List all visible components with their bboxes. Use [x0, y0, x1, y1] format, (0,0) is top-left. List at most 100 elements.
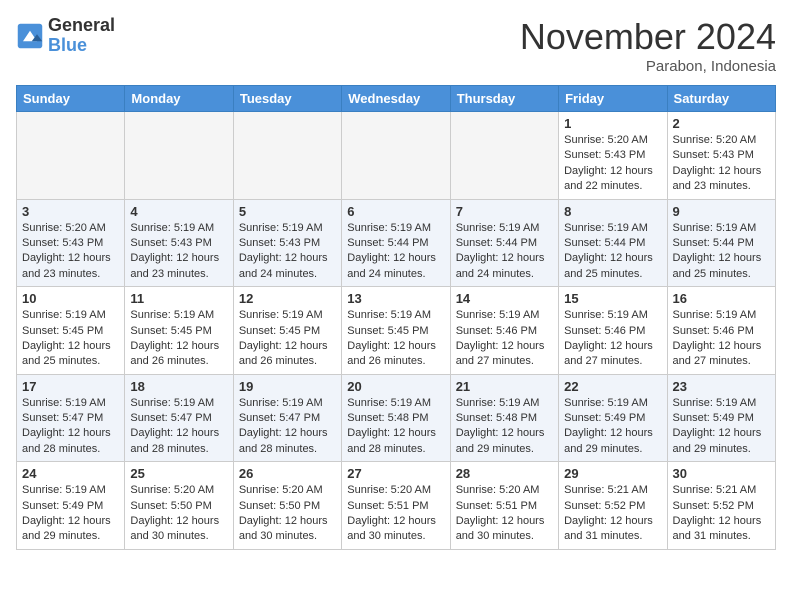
day-cell: 1 Sunrise: 5:20 AMSunset: 5:43 PMDaylight… — [559, 112, 667, 200]
day-number: 30 — [673, 466, 770, 481]
day-info: Sunrise: 5:19 AMSunset: 5:45 PMDaylight:… — [347, 308, 444, 370]
day-cell: 15 Sunrise: 5:19 AMSunset: 5:46 PMDayligh… — [559, 287, 667, 375]
day-info: Sunrise: 5:21 AMSunset: 5:52 PMDaylight:… — [673, 483, 770, 545]
day-number: 14 — [456, 291, 553, 306]
day-cell: 26Sunrise: 5:20 AMSunset: 5:50 PMDayligh… — [233, 462, 341, 550]
day-number: 15 — [564, 291, 661, 306]
day-info: Sunrise: 5:20 AMSunset: 5:51 PMDaylight:… — [456, 483, 553, 545]
day-cell: 29 Sunrise: 5:21 AMSunset: 5:52 PMDayligh… — [559, 462, 667, 550]
day-number: 16 — [673, 291, 770, 306]
day-cell: 12 Sunrise: 5:19 AMSunset: 5:45 PMDayligh… — [233, 287, 341, 375]
day-cell: 8 Sunrise: 5:19 AMSunset: 5:44 PMDaylight… — [559, 199, 667, 287]
day-cell: 10Sunrise: 5:19 AMSunset: 5:45 PMDayligh… — [17, 287, 125, 375]
day-number: 20 — [347, 379, 444, 394]
day-cell: 9 Sunrise: 5:19 AMSunset: 5:44 PMDaylight… — [667, 199, 775, 287]
weekday-thursday: Thursday — [450, 86, 558, 112]
day-cell: 24 Sunrise: 5:19 AMSunset: 5:49 PMDayligh… — [17, 462, 125, 550]
day-cell: 18Sunrise: 5:19 AMSunset: 5:47 PMDayligh… — [125, 374, 233, 462]
day-info: Sunrise: 5:21 AMSunset: 5:52 PMDaylight:… — [564, 483, 661, 545]
weekday-header-row: SundayMondayTuesdayWednesdayThursdayFrid… — [17, 86, 776, 112]
day-number: 21 — [456, 379, 553, 394]
day-cell — [342, 112, 450, 200]
weekday-monday: Monday — [125, 86, 233, 112]
day-cell: 25 Sunrise: 5:20 AMSunset: 5:50 PMDayligh… — [125, 462, 233, 550]
day-cell: 30 Sunrise: 5:21 AMSunset: 5:52 PMDayligh… — [667, 462, 775, 550]
day-info: Sunrise: 5:19 AMSunset: 5:45 PMDaylight:… — [239, 308, 336, 370]
weekday-wednesday: Wednesday — [342, 86, 450, 112]
calendar-table: SundayMondayTuesdayWednesdayThursdayFrid… — [16, 85, 776, 550]
day-cell: 16 Sunrise: 5:19 AMSunset: 5:46 PMDayligh… — [667, 287, 775, 375]
day-info: Sunrise: 5:20 AMSunset: 5:50 PMDaylight:… — [130, 483, 227, 545]
week-row-5: 24 Sunrise: 5:19 AMSunset: 5:49 PMDayligh… — [17, 462, 776, 550]
week-row-2: 3Sunrise: 5:20 AMSunset: 5:43 PMDaylight… — [17, 199, 776, 287]
day-cell — [450, 112, 558, 200]
day-cell: 11Sunrise: 5:19 AMSunset: 5:45 PMDayligh… — [125, 287, 233, 375]
day-info: Sunrise: 5:19 AMSunset: 5:43 PMDaylight:… — [130, 221, 227, 283]
day-info: Sunrise: 5:20 AMSunset: 5:43 PMDaylight:… — [564, 133, 661, 195]
weekday-sunday: Sunday — [17, 86, 125, 112]
day-number: 19 — [239, 379, 336, 394]
day-number: 17 — [22, 379, 119, 394]
day-cell: 19 Sunrise: 5:19 AMSunset: 5:47 PMDayligh… — [233, 374, 341, 462]
day-cell: 13Sunrise: 5:19 AMSunset: 5:45 PMDayligh… — [342, 287, 450, 375]
day-number: 1 — [564, 116, 661, 131]
day-number: 26 — [239, 466, 336, 481]
day-info: Sunrise: 5:19 AMSunset: 5:46 PMDaylight:… — [564, 308, 661, 370]
day-number: 28 — [456, 466, 553, 481]
day-info: Sunrise: 5:19 AMSunset: 5:48 PMDaylight:… — [347, 396, 444, 458]
day-info: Sunrise: 5:19 AMSunset: 5:44 PMDaylight:… — [673, 221, 770, 283]
calendar-body: 1 Sunrise: 5:20 AMSunset: 5:43 PMDaylight… — [17, 112, 776, 550]
day-info: Sunrise: 5:19 AMSunset: 5:44 PMDaylight:… — [564, 221, 661, 283]
day-cell: 14 Sunrise: 5:19 AMSunset: 5:46 PMDayligh… — [450, 287, 558, 375]
day-number: 27 — [347, 466, 444, 481]
title-block: November 2024 Parabon, Indonesia — [520, 16, 776, 75]
day-cell: 22 Sunrise: 5:19 AMSunset: 5:49 PMDayligh… — [559, 374, 667, 462]
day-cell — [233, 112, 341, 200]
logo: General Blue — [16, 16, 115, 56]
day-cell: 2Sunrise: 5:20 AMSunset: 5:43 PMDaylight… — [667, 112, 775, 200]
day-info: Sunrise: 5:19 AMSunset: 5:46 PMDaylight:… — [456, 308, 553, 370]
day-info: Sunrise: 5:19 AMSunset: 5:49 PMDaylight:… — [22, 483, 119, 545]
day-cell — [125, 112, 233, 200]
logo-text: General Blue — [48, 16, 115, 56]
week-row-4: 17 Sunrise: 5:19 AMSunset: 5:47 PMDayligh… — [17, 374, 776, 462]
day-number: 24 — [22, 466, 119, 481]
day-number: 12 — [239, 291, 336, 306]
day-number: 9 — [673, 204, 770, 219]
weekday-friday: Friday — [559, 86, 667, 112]
week-row-3: 10 Sunrise: 5:19 AMSunset: 5:45 PMDayligh… — [17, 287, 776, 375]
day-cell: 6 Sunrise: 5:19 AMSunset: 5:44 PMDaylight… — [342, 199, 450, 287]
day-info: Sunrise: 5:20 AMSunset: 5:43 PMDaylight:… — [673, 133, 770, 195]
day-cell: 27Sunrise: 5:20 AMSunset: 5:51 PMDayligh… — [342, 462, 450, 550]
day-info: Sunrise: 5:20 AMSunset: 5:43 PMDaylight:… — [22, 221, 119, 283]
day-info: Sunrise: 5:19 AMSunset: 5:49 PMDaylight:… — [564, 396, 661, 458]
day-cell: 7Sunrise: 5:19 AMSunset: 5:44 PMDaylight… — [450, 199, 558, 287]
day-cell: 28 Sunrise: 5:20 AMSunset: 5:51 PMDayligh… — [450, 462, 558, 550]
day-number: 8 — [564, 204, 661, 219]
location: Parabon, Indonesia — [520, 58, 776, 75]
day-info: Sunrise: 5:19 AMSunset: 5:44 PMDaylight:… — [456, 221, 553, 283]
week-row-1: 1 Sunrise: 5:20 AMSunset: 5:43 PMDaylight… — [17, 112, 776, 200]
day-number: 11 — [130, 291, 227, 306]
day-number: 5 — [239, 204, 336, 219]
day-number: 10 — [22, 291, 119, 306]
day-info: Sunrise: 5:19 AMSunset: 5:48 PMDaylight:… — [456, 396, 553, 458]
day-cell: 5 Sunrise: 5:19 AMSunset: 5:43 PMDaylight… — [233, 199, 341, 287]
day-number: 18 — [130, 379, 227, 394]
day-number: 22 — [564, 379, 661, 394]
day-cell: 17Sunrise: 5:19 AMSunset: 5:47 PMDayligh… — [17, 374, 125, 462]
day-cell: 23Sunrise: 5:19 AMSunset: 5:49 PMDayligh… — [667, 374, 775, 462]
day-number: 6 — [347, 204, 444, 219]
day-number: 29 — [564, 466, 661, 481]
day-number: 4 — [130, 204, 227, 219]
day-info: Sunrise: 5:19 AMSunset: 5:43 PMDaylight:… — [239, 221, 336, 283]
day-cell: 21 Sunrise: 5:19 AMSunset: 5:48 PMDayligh… — [450, 374, 558, 462]
day-cell: 20 Sunrise: 5:19 AMSunset: 5:48 PMDayligh… — [342, 374, 450, 462]
logo-icon — [16, 22, 44, 50]
day-info: Sunrise: 5:19 AMSunset: 5:46 PMDaylight:… — [673, 308, 770, 370]
day-cell: 4 Sunrise: 5:19 AMSunset: 5:43 PMDaylight… — [125, 199, 233, 287]
day-number: 25 — [130, 466, 227, 481]
day-info: Sunrise: 5:19 AMSunset: 5:44 PMDaylight:… — [347, 221, 444, 283]
day-info: Sunrise: 5:19 AMSunset: 5:49 PMDaylight:… — [673, 396, 770, 458]
day-info: Sunrise: 5:19 AMSunset: 5:47 PMDaylight:… — [239, 396, 336, 458]
